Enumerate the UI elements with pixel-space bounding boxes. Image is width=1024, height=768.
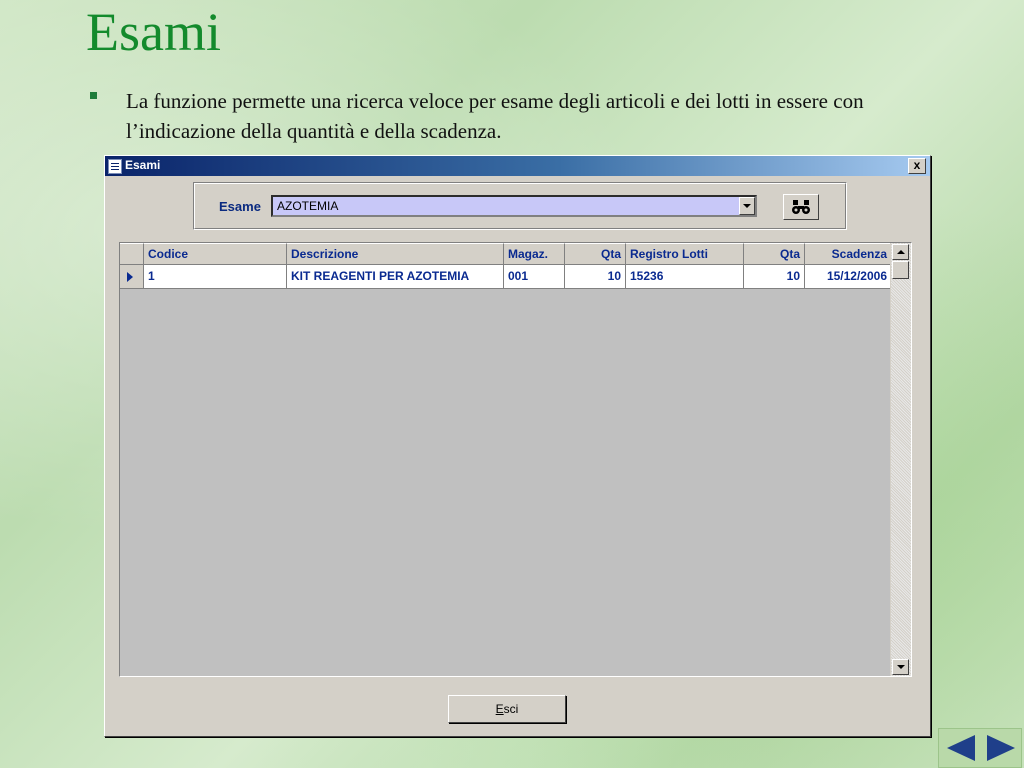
bullet-square-icon <box>90 92 97 99</box>
row-selector-header <box>120 243 144 265</box>
esami-window: Esami x Esame AZOTEMIA Codice Descrizion… <box>104 155 931 737</box>
cell-registro-lotti[interactable]: 15236 <box>626 265 744 289</box>
scroll-down-icon[interactable] <box>892 659 909 675</box>
form-icon <box>108 159 122 174</box>
close-button[interactable]: x <box>908 158 926 174</box>
column-header-codice[interactable]: Codice <box>144 243 287 265</box>
slide-title: Esami <box>86 2 221 62</box>
binoculars-icon <box>792 199 810 214</box>
column-header-magaz[interactable]: Magaz. <box>504 243 565 265</box>
window-titlebar[interactable]: Esami x <box>105 156 930 176</box>
column-header-descrizione[interactable]: Descrizione <box>287 243 504 265</box>
esame-label: Esame <box>219 199 261 214</box>
cell-codice[interactable]: 1 <box>144 265 287 289</box>
cell-descrizione[interactable]: KIT REAGENTI PER AZOTEMIA <box>287 265 504 289</box>
column-header-qta[interactable]: Qta <box>565 243 626 265</box>
cell-scadenza[interactable]: 15/12/2006 <box>805 265 892 289</box>
exit-button[interactable]: Esci <box>448 695 566 723</box>
scroll-up-icon[interactable] <box>892 244 909 260</box>
exit-button-label: sci <box>503 702 519 716</box>
find-button[interactable] <box>783 194 819 220</box>
chevron-down-icon[interactable] <box>739 197 755 215</box>
row-selector[interactable] <box>120 265 144 289</box>
bullet-text: La funzione permette una ricerca veloce … <box>126 89 864 143</box>
esame-combobox[interactable]: AZOTEMIA <box>271 195 757 217</box>
table-row[interactable]: 1 KIT REAGENTI PER AZOTEMIA 001 10 15236… <box>120 265 892 289</box>
next-slide-icon[interactable] <box>987 735 1015 761</box>
vertical-scrollbar[interactable] <box>890 243 911 676</box>
cell-qta[interactable]: 10 <box>565 265 626 289</box>
column-header-registro-lotti[interactable]: Registro Lotti <box>626 243 744 265</box>
column-header-qta-lotti[interactable]: Qta <box>744 243 805 265</box>
grid-header: Codice Descrizione Magaz. Qta Registro L… <box>120 243 892 265</box>
scrollbar-thumb[interactable] <box>892 261 909 279</box>
record-pointer-icon <box>127 272 133 282</box>
esame-combobox-value[interactable]: AZOTEMIA <box>277 199 338 213</box>
search-group: Esame AZOTEMIA <box>193 182 847 230</box>
results-grid[interactable]: Codice Descrizione Magaz. Qta Registro L… <box>119 242 912 677</box>
previous-slide-icon[interactable] <box>947 735 975 761</box>
cell-magaz[interactable]: 001 <box>504 265 565 289</box>
window-title: Esami <box>125 158 161 172</box>
column-header-scadenza[interactable]: Scadenza <box>805 243 892 265</box>
cell-qta-lotti[interactable]: 10 <box>744 265 805 289</box>
exit-button-mnemonic: E <box>495 702 504 716</box>
slide-navigation <box>938 728 1022 768</box>
